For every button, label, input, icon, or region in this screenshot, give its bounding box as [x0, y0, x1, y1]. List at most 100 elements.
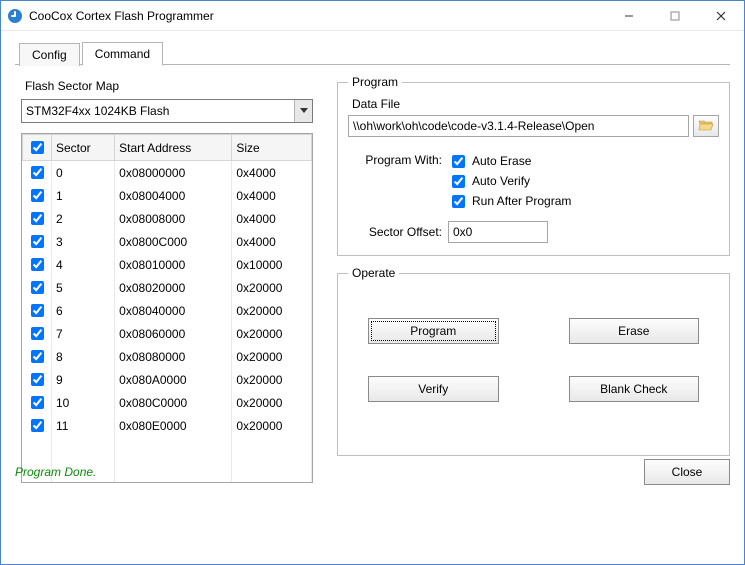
row-checkbox[interactable] — [31, 212, 44, 225]
cell-start: 0x080C0000 — [115, 391, 232, 414]
table-row[interactable]: 00x080000000x4000 — [23, 161, 312, 185]
cell-size: 0x4000 — [232, 161, 312, 185]
table-row[interactable]: 100x080C00000x20000 — [23, 391, 312, 414]
cell-start: 0x08010000 — [115, 253, 232, 276]
row-checkbox[interactable] — [31, 373, 44, 386]
column-header-check[interactable] — [23, 135, 52, 161]
device-select-value: STM32F4xx 1024KB Flash — [26, 104, 294, 118]
cell-start: 0x080E0000 — [115, 414, 232, 437]
cell-sector: 2 — [52, 207, 115, 230]
cell-start: 0x08000000 — [115, 161, 232, 185]
cell-start: 0x08060000 — [115, 322, 232, 345]
table-row[interactable]: 20x080080000x4000 — [23, 207, 312, 230]
column-header-sector[interactable]: Sector — [52, 135, 115, 161]
table-row[interactable]: 60x080400000x20000 — [23, 299, 312, 322]
sector-offset-input[interactable] — [448, 221, 548, 243]
cell-size: 0x4000 — [232, 207, 312, 230]
tab-config[interactable]: Config — [19, 43, 80, 66]
cell-sector: 4 — [52, 253, 115, 276]
table-row[interactable]: 30x0800C0000x4000 — [23, 230, 312, 253]
close-window-button[interactable] — [698, 1, 744, 31]
run-after-option[interactable]: Run After Program — [448, 191, 719, 211]
tab-command[interactable]: Command — [82, 42, 163, 66]
select-all-checkbox[interactable] — [31, 141, 44, 154]
cell-sector: 3 — [52, 230, 115, 253]
row-checkbox[interactable] — [31, 281, 44, 294]
row-checkbox[interactable] — [31, 419, 44, 432]
cell-sector: 9 — [52, 368, 115, 391]
browse-button[interactable] — [693, 115, 719, 137]
cell-start: 0x08008000 — [115, 207, 232, 230]
erase-button[interactable]: Erase — [569, 318, 700, 344]
table-row[interactable]: 10x080040000x4000 — [23, 184, 312, 207]
row-checkbox[interactable] — [31, 189, 44, 202]
data-file-input[interactable] — [348, 115, 689, 137]
chevron-down-icon — [294, 100, 312, 122]
device-select[interactable]: STM32F4xx 1024KB Flash — [21, 99, 313, 123]
auto-erase-checkbox[interactable] — [452, 155, 465, 168]
program-group: Program Data File Program With: — [337, 75, 730, 256]
table-row[interactable]: 80x080800000x20000 — [23, 345, 312, 368]
cell-start: 0x08040000 — [115, 299, 232, 322]
cell-size: 0x4000 — [232, 184, 312, 207]
maximize-button[interactable] — [652, 1, 698, 31]
cell-start: 0x08080000 — [115, 345, 232, 368]
close-button[interactable]: Close — [644, 459, 730, 485]
cell-sector: 6 — [52, 299, 115, 322]
blank-check-button[interactable]: Blank Check — [569, 376, 700, 402]
cell-size: 0x20000 — [232, 322, 312, 345]
minimize-button[interactable] — [606, 1, 652, 31]
row-checkbox[interactable] — [31, 350, 44, 363]
cell-size: 0x20000 — [232, 391, 312, 414]
cell-size: 0x10000 — [232, 253, 312, 276]
tab-strip: Config Command — [19, 39, 730, 65]
program-with-label: Program With: — [348, 151, 448, 211]
sector-table: Sector Start Address Size 00x080000000x4… — [21, 133, 313, 483]
operate-group: Operate Program Erase Verify Blank Check — [337, 266, 730, 456]
cell-size: 0x20000 — [232, 276, 312, 299]
auto-erase-option[interactable]: Auto Erase — [448, 151, 719, 171]
cell-sector: 7 — [52, 322, 115, 345]
folder-open-icon — [698, 118, 714, 135]
table-row[interactable]: 70x080600000x20000 — [23, 322, 312, 345]
cell-sector: 10 — [52, 391, 115, 414]
cell-sector: 1 — [52, 184, 115, 207]
verify-button[interactable]: Verify — [368, 376, 499, 402]
cell-start: 0x08004000 — [115, 184, 232, 207]
sector-offset-label: Sector Offset: — [348, 225, 448, 239]
app-icon — [7, 8, 23, 24]
cell-size: 0x20000 — [232, 299, 312, 322]
cell-size: 0x20000 — [232, 345, 312, 368]
program-group-label: Program — [348, 75, 402, 89]
cell-start: 0x08020000 — [115, 276, 232, 299]
auto-verify-checkbox[interactable] — [452, 175, 465, 188]
cell-sector: 11 — [52, 414, 115, 437]
table-row[interactable]: 110x080E00000x20000 — [23, 414, 312, 437]
sector-map-label: Flash Sector Map — [25, 79, 325, 93]
operate-group-label: Operate — [348, 266, 399, 280]
window-title: CooCox Cortex Flash Programmer — [29, 9, 214, 23]
cell-sector: 5 — [52, 276, 115, 299]
row-checkbox[interactable] — [31, 327, 44, 340]
table-row[interactable]: 40x080100000x10000 — [23, 253, 312, 276]
row-checkbox[interactable] — [31, 235, 44, 248]
cell-size: 0x20000 — [232, 414, 312, 437]
row-checkbox[interactable] — [31, 304, 44, 317]
auto-verify-option[interactable]: Auto Verify — [448, 171, 719, 191]
title-bar: CooCox Cortex Flash Programmer — [1, 1, 744, 31]
data-file-label: Data File — [352, 97, 719, 111]
column-header-start[interactable]: Start Address — [115, 135, 232, 161]
row-checkbox[interactable] — [31, 258, 44, 271]
row-checkbox[interactable] — [31, 166, 44, 179]
run-after-checkbox[interactable] — [452, 195, 465, 208]
cell-start: 0x0800C000 — [115, 230, 232, 253]
table-row[interactable]: 50x080200000x20000 — [23, 276, 312, 299]
status-text: Program Done. — [15, 465, 96, 479]
program-button[interactable]: Program — [368, 318, 499, 344]
cell-sector: 8 — [52, 345, 115, 368]
cell-size: 0x4000 — [232, 230, 312, 253]
row-checkbox[interactable] — [31, 396, 44, 409]
table-row[interactable]: 90x080A00000x20000 — [23, 368, 312, 391]
column-header-size[interactable]: Size — [232, 135, 312, 161]
cell-start: 0x080A0000 — [115, 368, 232, 391]
